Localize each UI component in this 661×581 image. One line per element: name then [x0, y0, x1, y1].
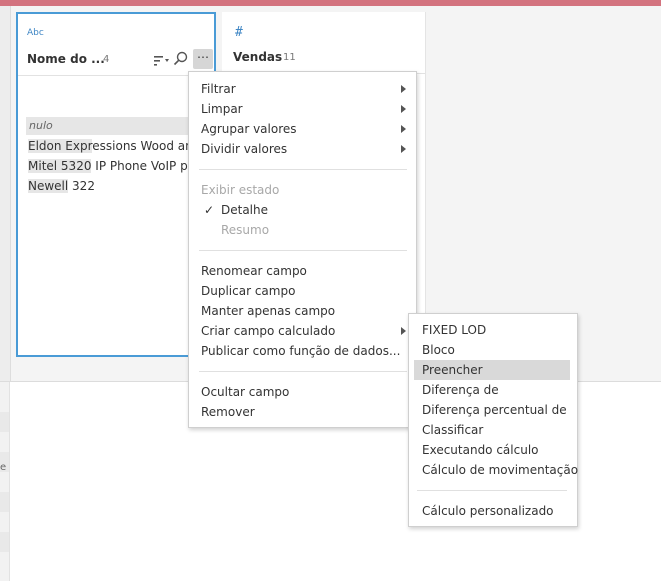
submenu-item-rank[interactable]: Classificar: [409, 420, 575, 440]
submenu-arrow-icon: [401, 125, 406, 133]
menu-item-hide-field[interactable]: Ocultar campo: [189, 382, 416, 402]
value-bar: Eldon Expr: [28, 139, 93, 153]
submenu-item-custom-calc[interactable]: Cálculo personalizado: [409, 501, 575, 521]
menu-item-label: Criar campo calculado: [201, 324, 336, 338]
card-header-divider: [18, 75, 214, 76]
submenu-item-fixed-lod[interactable]: FIXED LOD: [409, 320, 575, 340]
gutter-cell: [0, 412, 9, 432]
value-row[interactable]: Eldon Expressions Wood and: [28, 137, 200, 155]
menu-item-remove[interactable]: Remover: [189, 402, 416, 422]
submenu-arrow-icon: [401, 85, 406, 93]
value-row[interactable]: Mitel 5320 IP Phone VoIP pho: [28, 157, 203, 175]
string-type-icon: Abc: [27, 28, 44, 38]
submenu-arrow-icon: [401, 327, 406, 335]
menu-separator: [199, 169, 407, 170]
field-value-count: 11: [283, 52, 296, 63]
submenu-arrow-icon: [401, 105, 406, 113]
menu-item-label: Agrupar valores: [201, 122, 297, 136]
search-icon[interactable]: [173, 51, 189, 67]
submenu-item-difference[interactable]: Diferença de: [409, 380, 575, 400]
menu-item-duplicate-field[interactable]: Duplicar campo: [189, 281, 416, 301]
value-bar: Mitel 5320: [28, 159, 92, 173]
null-value-row[interactable]: nulo: [26, 117, 196, 135]
value-row[interactable]: Newell 322: [28, 177, 95, 195]
checkmark-icon: ✓: [204, 203, 215, 217]
submenu-item-tile[interactable]: Bloco: [409, 340, 575, 360]
menu-separator: [417, 490, 567, 491]
submenu-arrow-icon: [401, 145, 406, 153]
data-grid-gutter: [0, 382, 10, 581]
menu-item-rename-field[interactable]: Renomear campo: [189, 261, 416, 281]
left-pane-strip: [0, 6, 11, 381]
submenu-item-running-calc[interactable]: Executando cálculo: [409, 440, 575, 460]
menu-item-filter[interactable]: Filtrar: [189, 79, 416, 99]
menu-item-summary: Resumo: [221, 223, 270, 237]
field-name[interactable]: Vendas: [233, 50, 282, 64]
menu-item-label: Filtrar: [201, 82, 236, 96]
menu-item-keep-only-field[interactable]: Manter apenas campo: [189, 301, 416, 321]
gutter-cell: [0, 492, 9, 512]
field-context-menu: Filtrar Limpar Agrupar valores Dividir v…: [188, 71, 417, 428]
value-bar: Newell: [28, 179, 69, 193]
field-name[interactable]: Nome do ...: [27, 52, 105, 66]
number-type-icon: #: [235, 25, 243, 40]
menu-item-create-calculated-field[interactable]: Criar campo calculado: [189, 321, 416, 341]
calculated-field-submenu: FIXED LOD Bloco Preencher Diferença de D…: [408, 313, 578, 527]
gutter-cell: [0, 532, 9, 552]
field-value-count: 4: [103, 54, 110, 65]
menu-item-publish-data-role[interactable]: Publicar como função de dados...: [189, 341, 416, 361]
sort-icon[interactable]: [154, 54, 170, 68]
menu-item-label: Limpar: [201, 102, 243, 116]
field-card-product-name[interactable]: Abc Nome do ... 4 ⋯ nulo Eldon Expressio…: [16, 12, 216, 357]
menu-item-label: Dividir valores: [201, 142, 288, 156]
value-text: essions Wood and: [92, 139, 201, 153]
menu-item-clean[interactable]: Limpar: [189, 99, 416, 119]
submenu-item-moving-calc[interactable]: Cálculo de movimentação: [409, 460, 578, 480]
submenu-item-percent-difference[interactable]: Diferença percentual de: [409, 400, 575, 420]
submenu-item-fill[interactable]: Preencher: [414, 360, 570, 380]
menu-separator: [199, 371, 407, 372]
value-text: 322: [68, 179, 95, 193]
menu-item-split-values[interactable]: Dividir valores: [189, 139, 416, 159]
menu-item-label: Detalhe: [221, 203, 269, 217]
menu-separator: [199, 250, 407, 251]
gutter-text: e: [0, 462, 7, 473]
more-options-button[interactable]: ⋯: [193, 49, 213, 69]
menu-item-group-values[interactable]: Agrupar valores: [189, 119, 416, 139]
menu-item-detail[interactable]: ✓ Detalhe: [189, 200, 416, 220]
menu-header-view-state: Exibir estado: [201, 183, 280, 197]
value-text: IP Phone VoIP pho: [91, 159, 203, 173]
